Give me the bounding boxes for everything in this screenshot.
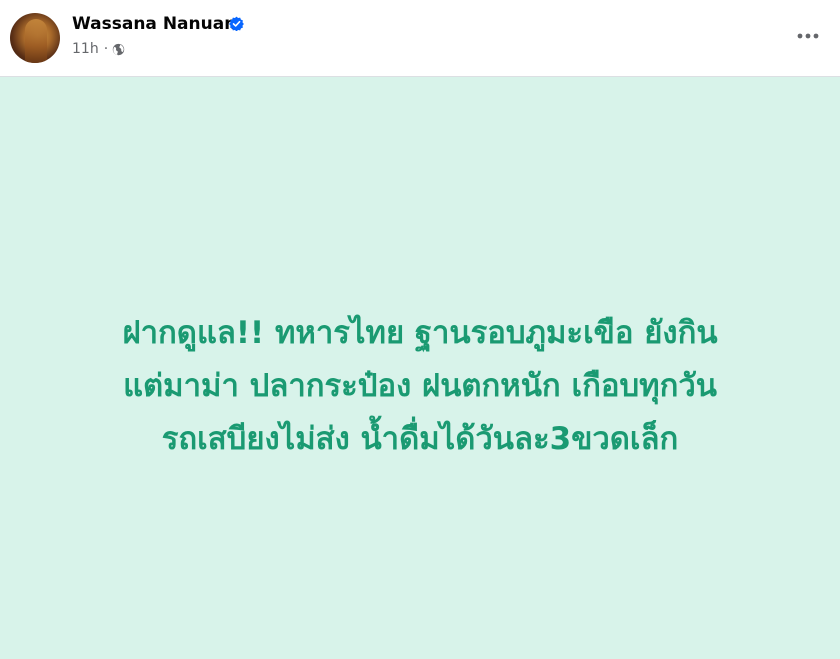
avatar-image [25,19,47,63]
post-content-background: ฝากดูแล!! ทหารไทย ฐานรอบภูมะเขือ ยังกิน … [0,77,840,659]
more-horizontal-icon [797,33,819,39]
post-text-line: แต่มาม่า ปลากระป๋อง ฝนตกหนัก เกือบทุกวัน [123,368,717,404]
verified-badge-icon [229,16,244,31]
facebook-post: Wassana Nanuam 11h · ฝากดูแล!! ทหารไทย ฐ… [0,0,840,659]
post-options-button[interactable] [790,20,826,52]
author-avatar[interactable] [10,13,60,63]
globe-icon[interactable] [112,43,125,56]
meta-separator: · [103,41,109,57]
post-text: ฝากดูแล!! ทหารไทย ฐานรอบภูมะเขือ ยังกิน … [20,307,820,466]
post-meta: 11h · [72,40,125,58]
post-timestamp[interactable]: 11h [72,40,99,58]
author-name[interactable]: Wassana Nanuam [72,13,242,35]
post-header: Wassana Nanuam 11h · [0,0,840,77]
post-text-line: ฝากดูแล!! ทหารไทย ฐานรอบภูมะเขือ ยังกิน [122,315,718,351]
post-text-line: รถเสบียงไม่ส่ง น้ำดื่มได้วันละ3ขวดเล็ก [161,421,679,457]
